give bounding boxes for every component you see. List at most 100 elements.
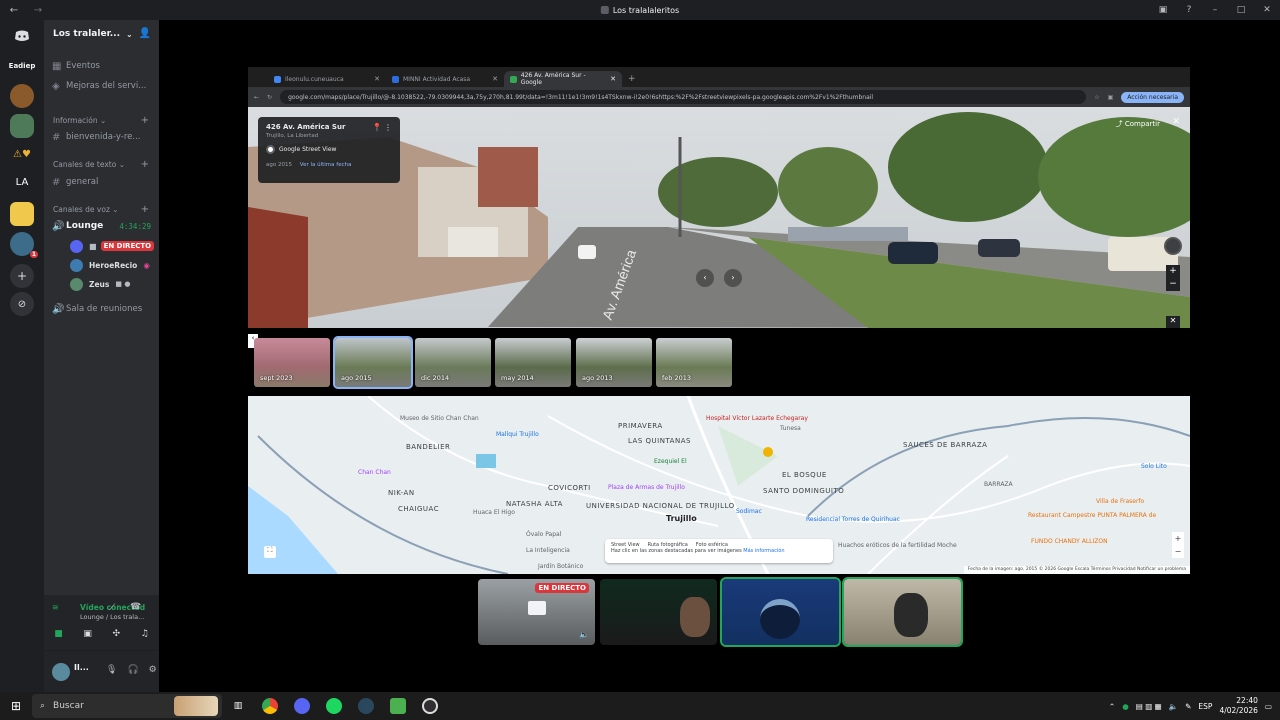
help-icon[interactable]: ? — [1176, 5, 1202, 15]
map-label[interactable]: Museo de Sitio Chan Chan — [400, 415, 479, 422]
channel-general[interactable]: # general — [52, 173, 151, 191]
map-label[interactable]: Tunesa — [780, 425, 801, 432]
volume-icon[interactable]: 🔈 — [1169, 702, 1178, 711]
chevron-right-icon[interactable]: › — [724, 269, 742, 287]
add-channel-icon[interactable]: + — [141, 159, 149, 170]
voice-user[interactable]: HeroeRecio ◉ — [70, 257, 150, 273]
guild-header[interactable]: Los tralaler... ⌄ 👤 — [44, 20, 159, 48]
close-tab-icon[interactable]: ✕ — [492, 75, 498, 83]
voice-user[interactable]: ■ EN DIRECTO — [70, 238, 155, 254]
new-tab-icon[interactable]: + — [628, 74, 636, 84]
add-server-icon[interactable]: + — [10, 264, 34, 288]
map-label[interactable]: Huaca El Higo — [473, 509, 515, 516]
noise-suppression-icon[interactable]: ⟋ — [109, 603, 115, 613]
warning-heart-icon[interactable]: ⚠♥ — [10, 142, 34, 166]
activities-icon[interactable]: ✣ — [112, 629, 120, 639]
server-la[interactable]: LA — [10, 170, 34, 194]
more-icon[interactable]: ⋮ — [384, 123, 392, 132]
channel-lounge[interactable]: 🔊 Lounge 4:34:29 — [52, 217, 151, 235]
fullscreen-icon[interactable]: ⛶ — [264, 546, 276, 558]
map-label[interactable]: Óvalo Papal — [526, 531, 561, 538]
minecraft-icon[interactable] — [382, 692, 414, 720]
channel-events[interactable]: ▦ Eventos — [52, 57, 151, 75]
server-avatar-2[interactable] — [10, 114, 34, 138]
map-label[interactable]: Jardín Botánico — [538, 563, 583, 570]
close-icon[interactable]: ✕ — [1172, 117, 1180, 127]
category-voice[interactable]: Canales de voz ⌄ + — [53, 203, 151, 215]
map-label[interactable]: Solo Lito — [1141, 463, 1167, 470]
steam-icon[interactable] — [350, 692, 382, 720]
clock[interactable]: 22:40 4/02/2026 — [1219, 696, 1257, 716]
close-window-icon[interactable]: ✕ — [1254, 5, 1280, 15]
category-text[interactable]: Canales de texto ⌄ + — [53, 158, 151, 170]
timeline-thumb[interactable]: ago 2013 — [576, 338, 652, 387]
timeline-thumb[interactable]: may 2014 — [495, 338, 571, 387]
back-icon[interactable]: ← — [254, 94, 259, 101]
maximize-icon[interactable]: □ — [1228, 5, 1254, 15]
discord-icon[interactable] — [286, 692, 318, 720]
close-tab-icon[interactable]: ✕ — [374, 75, 380, 83]
address-bar[interactable]: google.com/maps/place/Trujillo/@-8.10385… — [280, 90, 1087, 104]
discover-icon[interactable]: ⊘ — [10, 292, 34, 316]
microphone-icon[interactable]: 🎙 — [106, 665, 117, 675]
pin-icon[interactable]: 📍 — [372, 123, 382, 132]
star-icon[interactable]: ☆ — [1094, 94, 1099, 101]
camera-toggle-icon[interactable]: ■ — [54, 629, 63, 639]
compass-icon[interactable] — [1164, 237, 1182, 255]
add-channel-icon[interactable]: + — [141, 204, 149, 215]
tray-apps-icon[interactable]: ▤ ▥ ▦ — [1136, 702, 1162, 711]
volume-icon[interactable]: 🔈 — [579, 630, 589, 639]
timeline-thumb-selected[interactable]: ago 2015 — [333, 336, 413, 389]
channel-boosts[interactable]: ◈ Mejoras del servi... — [52, 77, 151, 95]
chevron-up-icon[interactable]: ⌃ — [1109, 702, 1115, 711]
map-label[interactable]: Restaurant Campestre PUNTA PALMERA de — [1028, 512, 1156, 519]
timeline-thumb[interactable]: feb 2013 — [656, 338, 732, 387]
update-button[interactable]: Acción necesaria — [1121, 91, 1184, 103]
back-arrow-icon[interactable]: ← — [0, 5, 28, 16]
map-label[interactable]: Huachos eróticos de la fertilidad Moche — [838, 542, 957, 549]
chevron-left-icon[interactable]: ‹ — [696, 269, 714, 287]
camera-tile[interactable] — [600, 579, 717, 645]
gear-icon[interactable]: ⚙ — [149, 665, 157, 675]
latest-date-link[interactable]: Ver la última fecha — [300, 162, 352, 168]
street-view-panorama[interactable]: Av. América 426 Av. América Sur Trujillo… — [248, 107, 1190, 328]
invite-icon[interactable]: 👤 — [139, 28, 151, 39]
discord-home-icon[interactable] — [10, 24, 34, 48]
camera-tile-speaking[interactable] — [720, 577, 841, 647]
camera-tile-speaking[interactable] — [842, 577, 963, 647]
map-zoom-control[interactable]: + − — [1172, 532, 1184, 558]
browser-tab-active[interactable]: 426 Av. América Sur - Google ✕ — [504, 71, 622, 87]
voice-channel-path[interactable]: Lounge / Los trala... — [80, 613, 144, 621]
disconnect-icon[interactable]: ☎ — [130, 602, 141, 612]
timeline-thumb[interactable]: dic 2014 — [415, 338, 491, 387]
close-icon[interactable]: ✕ — [1166, 316, 1180, 328]
extensions-icon[interactable]: ▣ — [1108, 94, 1114, 101]
avatar[interactable] — [52, 663, 70, 681]
reload-icon[interactable]: ↻ — [267, 94, 272, 101]
map-label[interactable]: Hospital Víctor Lazarte Echegaray — [706, 415, 808, 422]
stream-tile[interactable]: EN DIRECTO 🔈 — [478, 579, 595, 645]
zoom-control[interactable]: + − — [1166, 265, 1180, 291]
map-label[interactable]: La Inteligencia — [526, 547, 570, 554]
soundboard-icon[interactable]: ♫ — [141, 629, 149, 639]
server-avatar-3[interactable]: 1 — [10, 232, 38, 258]
streamed-browser-window[interactable]: Ileonulu.cuneuauca ✕ MINNI Actividad Aca… — [248, 67, 1190, 574]
minimize-icon[interactable]: – — [1202, 5, 1228, 15]
map-label[interactable]: Chan Chan — [358, 469, 391, 476]
tray-app-icon[interactable]: ● — [1122, 702, 1129, 711]
close-tab-icon[interactable]: ✕ — [610, 75, 616, 83]
taskbar-search[interactable]: ⌕ Buscar — [32, 694, 222, 718]
channel-bienvenida[interactable]: # bienvenida-y-re... — [52, 128, 151, 146]
channel-sala[interactable]: 🔊 Sala de reuniones — [52, 300, 151, 318]
share-button[interactable]: ⤴ Compartir — [1116, 119, 1160, 129]
task-view-icon[interactable]: ▥ — [222, 692, 254, 720]
map-label[interactable]: Villa de Fraserfo — [1096, 498, 1144, 505]
map-label[interactable]: Ezequiel El — [654, 458, 687, 465]
add-channel-icon[interactable]: + — [141, 115, 149, 126]
headphones-icon[interactable]: 🎧 — [127, 665, 138, 675]
voice-user[interactable]: Zeus ■ ● — [70, 276, 131, 292]
inbox-icon[interactable]: ▣ — [1150, 5, 1176, 15]
spotify-icon[interactable] — [318, 692, 350, 720]
tray-app-icon[interactable]: ✎ — [1185, 702, 1191, 711]
map-label[interactable]: Residencial Torres de Quirihuac — [806, 516, 900, 523]
